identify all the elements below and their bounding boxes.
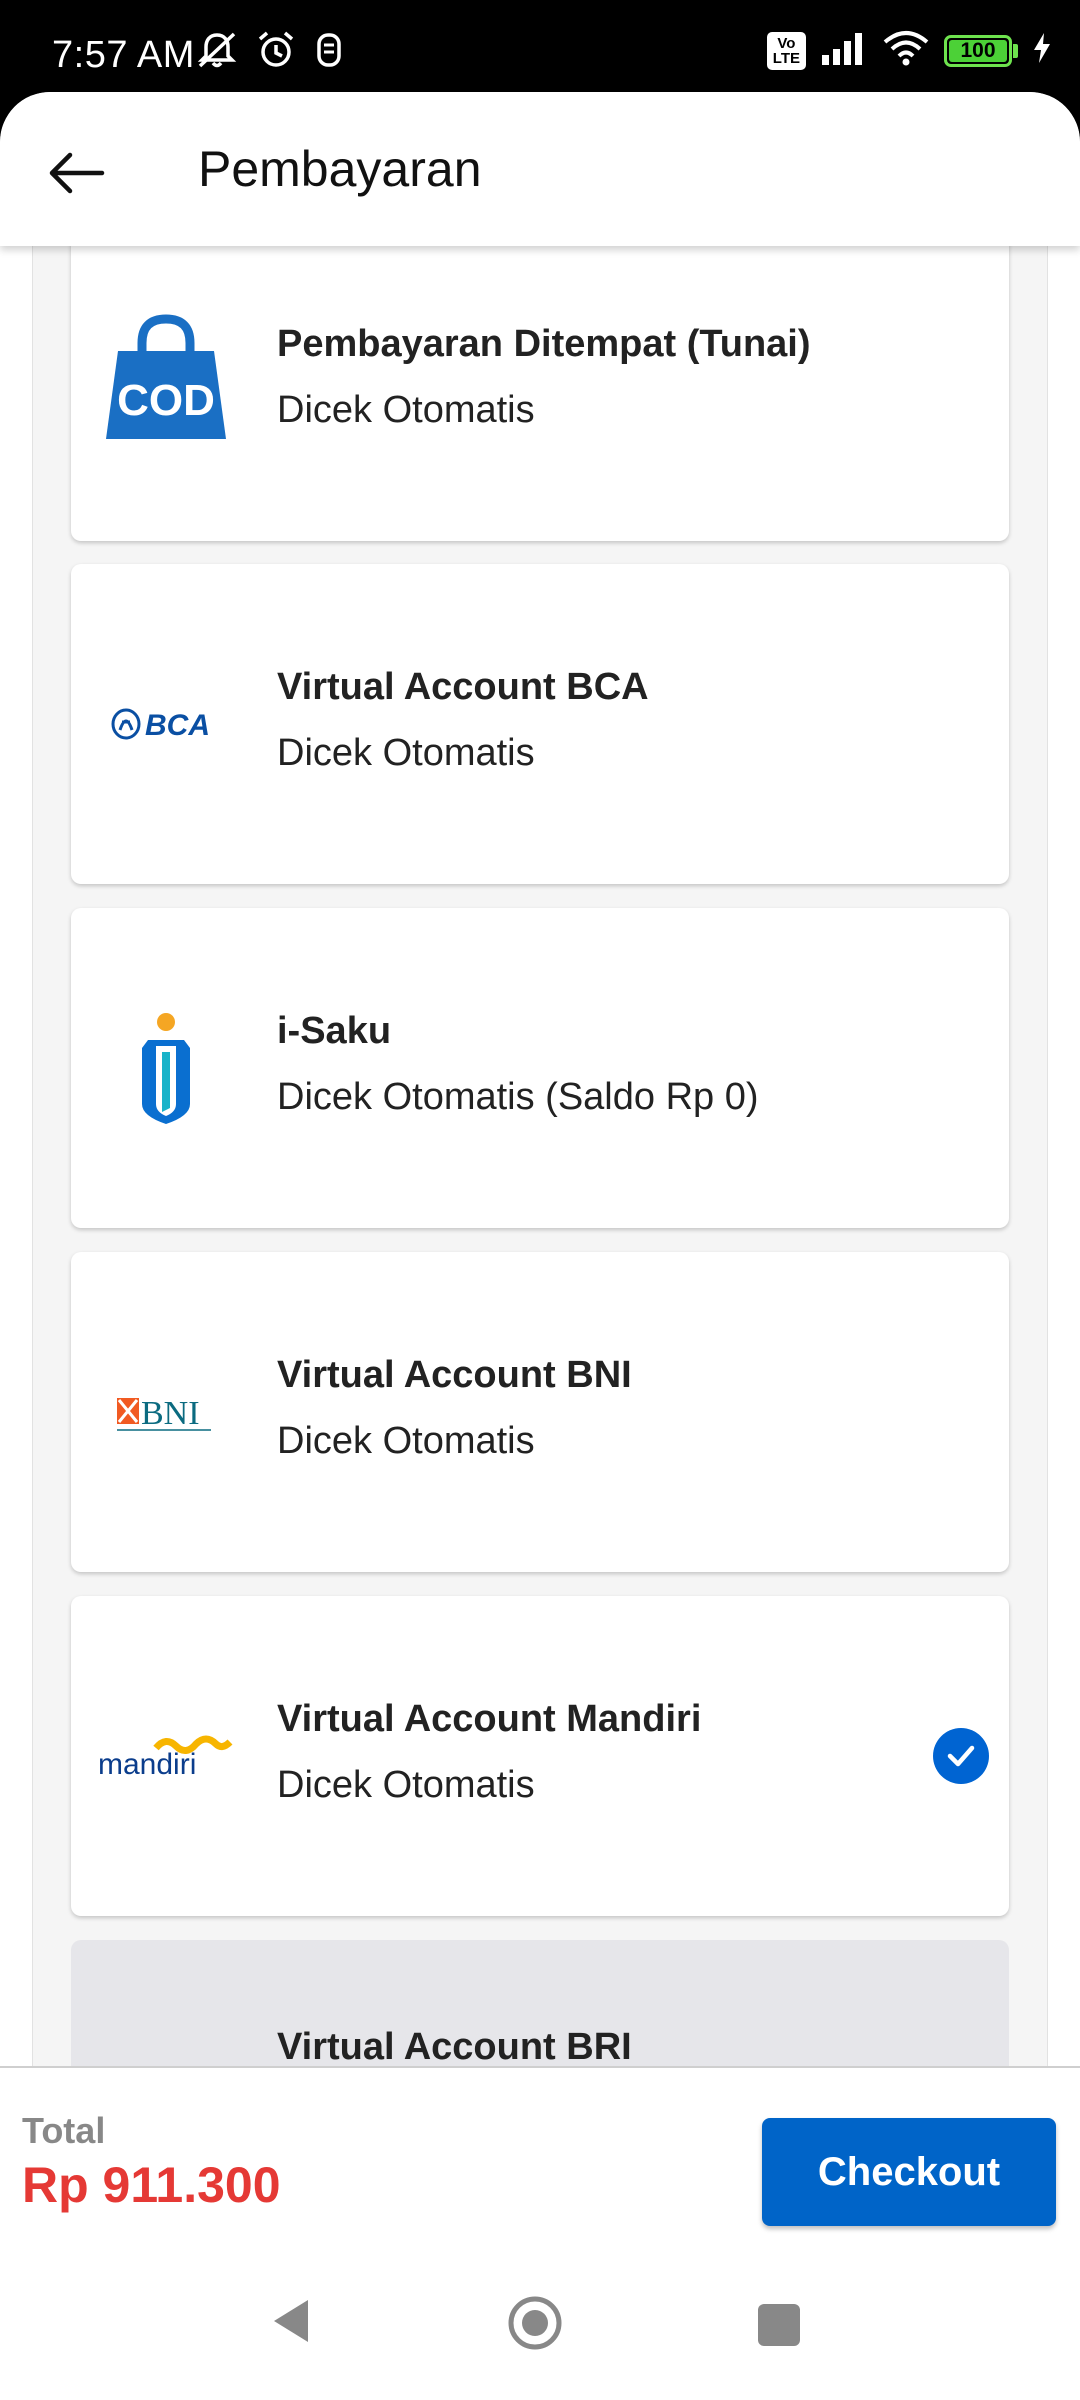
bni-logo-text: BNI: [141, 1395, 200, 1432]
isaku-logo: [91, 993, 241, 1143]
app-bar: Pembayaran: [0, 92, 1080, 246]
charging-icon: [1032, 32, 1052, 69]
volte-icon: Vo LTE: [766, 31, 806, 70]
mute-notifications-icon: [196, 30, 238, 75]
nav-recents-icon[interactable]: [758, 2304, 800, 2346]
payment-method-title: i-Saku: [277, 1010, 392, 1052]
status-left-icons: [196, 30, 344, 75]
back-button[interactable]: [40, 137, 112, 209]
status-bar: 7:57 AM Vo LTE 100: [0, 0, 1080, 95]
payment-method-status: Dicek Otomatis: [277, 1420, 535, 1462]
battery-level: 100: [960, 38, 996, 62]
status-right-icons: Vo LTE 100: [766, 30, 1052, 71]
sim-icon: [314, 31, 344, 74]
battery-body: 100: [944, 34, 1012, 67]
nav-back-icon[interactable]: [268, 2296, 312, 2351]
wifi-icon: [882, 30, 930, 71]
payment-method-list[interactable]: COD Pembayaran Ditempat (Tunai) Dicek Ot…: [32, 246, 1048, 2066]
bca-logo: BCA: [91, 649, 241, 799]
cod-logo-text: COD: [117, 376, 215, 425]
payment-method-status: Dicek Otomatis: [277, 732, 535, 774]
payment-method-bca[interactable]: BCA Virtual Account BCA Dicek Otomatis: [71, 564, 1009, 884]
app-window: Pembayaran COD Pembayaran Ditempat (Tuna…: [0, 92, 1080, 2400]
checkout-bar: Total Rp 911.300 Checkout: [0, 2066, 1080, 2400]
payment-method-title: Virtual Account BNI: [277, 1354, 632, 1396]
page-title: Pembayaran: [198, 141, 482, 197]
payment-method-bri[interactable]: Virtual Account BRI: [71, 1940, 1009, 2066]
mandiri-logo-text: mandiri: [98, 1748, 196, 1781]
payment-method-mandiri[interactable]: mandiri Virtual Account Mandiri Dicek Ot…: [71, 1596, 1009, 1916]
battery-icon: 100: [944, 34, 1018, 67]
payment-method-isaku[interactable]: i-Saku Dicek Otomatis (Saldo Rp 0): [71, 908, 1009, 1228]
status-time: 7:57 AM: [52, 34, 195, 76]
bni-logo: BNI: [91, 1337, 241, 1487]
payment-method-title: Virtual Account BRI: [277, 2026, 632, 2066]
payment-method-status: Dicek Otomatis (Saldo Rp 0): [277, 1076, 759, 1118]
system-nav-bar: [0, 2268, 1080, 2400]
selected-check-icon: [933, 1728, 989, 1784]
payment-method-title: Virtual Account Mandiri: [277, 1698, 702, 1740]
arrow-left-icon: [49, 152, 105, 194]
total-label: Total: [22, 2110, 106, 2151]
payment-method-status: Dicek Otomatis: [277, 389, 535, 431]
total-value: Rp 911.300: [22, 2157, 281, 2213]
mandiri-logo: mandiri: [91, 1681, 241, 1831]
payment-method-bni[interactable]: BNI Virtual Account BNI Dicek Otomatis: [71, 1252, 1009, 1572]
bca-logo-text: BCA: [145, 709, 210, 742]
signal-icon: [820, 31, 868, 70]
payment-method-title: Pembayaran Ditempat (Tunai): [277, 323, 811, 365]
payment-method-title: Virtual Account BCA: [277, 666, 649, 708]
alarm-icon: [256, 30, 296, 75]
payment-method-cod[interactable]: COD Pembayaran Ditempat (Tunai) Dicek Ot…: [71, 246, 1009, 541]
checkout-button[interactable]: Checkout: [762, 2118, 1056, 2226]
cod-bag-icon: COD: [91, 306, 241, 456]
payment-method-status: Dicek Otomatis: [277, 1764, 535, 1806]
nav-home-icon[interactable]: [506, 2294, 564, 2357]
